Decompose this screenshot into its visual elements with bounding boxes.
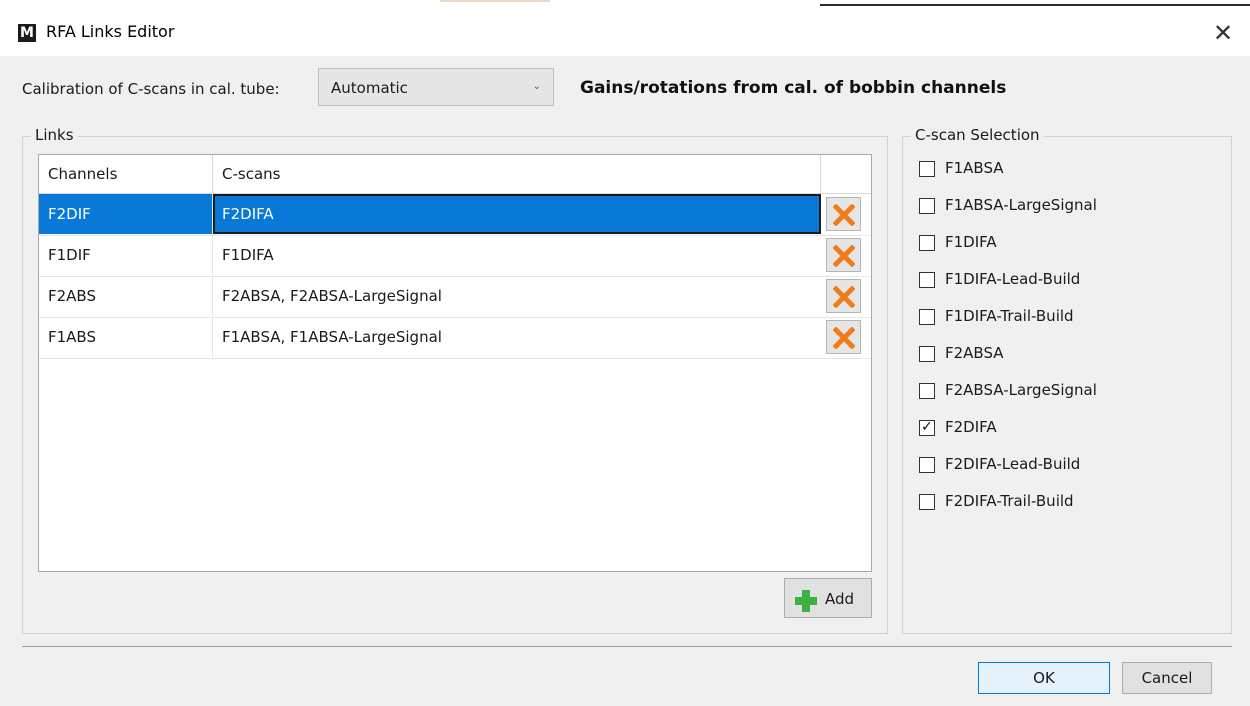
cscans-cell: F2DIFA	[213, 194, 821, 234]
calibration-selected-value: Automatic	[331, 79, 408, 97]
delete-link-button[interactable]	[826, 238, 861, 272]
column-header-actions	[821, 155, 871, 193]
table-row[interactable]: F1DIF F1DIFA	[39, 235, 871, 277]
app-icon: M	[18, 24, 36, 42]
add-button-label: Add	[825, 590, 855, 608]
checkbox-label: F2ABSA	[945, 344, 1004, 362]
delete-x-icon	[833, 286, 855, 308]
cscan-selection-group: C-scan Selection F1ABSA F1ABSA-LargeSigna…	[902, 126, 1232, 634]
channel-cell: F2ABS	[39, 276, 213, 316]
checkbox-label: F1ABSA	[945, 159, 1004, 177]
delete-link-button[interactable]	[826, 320, 861, 354]
ok-button[interactable]: OK	[978, 662, 1110, 694]
window-top-edge	[0, 0, 1250, 8]
footer-divider	[22, 646, 1232, 647]
delete-link-button[interactable]	[826, 197, 861, 231]
window-title: RFA Links Editor	[46, 22, 175, 41]
checkbox-label: F2DIFA	[945, 418, 997, 436]
checkbox[interactable]	[919, 272, 935, 288]
links-table-header: Channels C-scans	[39, 155, 871, 194]
background-strip	[440, 0, 550, 2]
cscans-cell: F2ABSA, F2ABSA-LargeSignal	[222, 287, 442, 305]
column-header-channels[interactable]: Channels	[39, 155, 213, 193]
links-table: Channels C-scans F2DIF F2DIFA F1DIF F1DIFA F…	[38, 154, 872, 572]
checkbox[interactable]	[919, 161, 935, 177]
checkbox[interactable]	[919, 346, 935, 362]
plus-icon	[795, 590, 817, 612]
checkbox-label: F2ABSA-LargeSignal	[945, 381, 1097, 399]
channel-cell: F1ABS	[39, 317, 213, 357]
background-strip	[820, 4, 1250, 6]
delete-x-icon	[833, 327, 855, 349]
title-bar[interactable]: M RFA Links Editor ✕	[0, 8, 1250, 56]
table-row[interactable]: F2DIF F2DIFA	[39, 194, 871, 236]
cancel-button[interactable]: Cancel	[1122, 662, 1212, 694]
checkbox[interactable]	[919, 198, 935, 214]
gains-note: Gains/rotations from cal. of bobbin chan…	[580, 78, 1007, 98]
checkmark-icon: ✓	[921, 419, 933, 435]
checkbox[interactable]	[919, 235, 935, 251]
cscans-cell: F1DIFA	[222, 246, 274, 264]
links-group-title: Links	[31, 126, 78, 144]
checkbox-label: F2DIFA-Trail-Build	[945, 492, 1074, 510]
checkbox[interactable]	[919, 494, 935, 510]
checkbox[interactable]	[919, 457, 935, 473]
delete-link-button[interactable]	[826, 279, 861, 313]
channel-cell: F1DIF	[39, 235, 213, 275]
add-link-button[interactable]: Add	[784, 578, 872, 618]
checkbox-label: F2DIFA-Lead-Build	[945, 455, 1081, 473]
channel-cell: F2DIF	[39, 194, 213, 234]
checkbox-label: F1ABSA-LargeSignal	[945, 196, 1097, 214]
cscan-selection-title: C-scan Selection	[911, 126, 1044, 144]
checkbox-label: F1DIFA	[945, 233, 997, 251]
checkbox-label: F1DIFA-Trail-Build	[945, 307, 1074, 325]
calibration-select[interactable]: Automatic ⌄	[318, 68, 554, 106]
calibration-label: Calibration of C-scans in cal. tube:	[22, 80, 280, 98]
checkbox[interactable]	[919, 383, 935, 399]
checkbox-label: F1DIFA-Lead-Build	[945, 270, 1081, 288]
close-icon[interactable]: ✕	[1206, 16, 1240, 50]
checkbox[interactable]: ✓	[919, 419, 935, 436]
table-row[interactable]: F1ABS F1ABSA, F1ABSA-LargeSignal	[39, 317, 871, 359]
cscans-cell: F1ABSA, F1ABSA-LargeSignal	[222, 328, 442, 346]
table-row[interactable]: F2ABS F2ABSA, F2ABSA-LargeSignal	[39, 276, 871, 318]
links-group: Links Channels C-scans F2DIF F2DIFA F1DIF F…	[22, 126, 888, 634]
column-header-cscans[interactable]: C-scans	[213, 155, 821, 193]
chevron-down-icon: ⌄	[532, 81, 541, 92]
checkbox[interactable]	[919, 309, 935, 325]
delete-x-icon	[833, 204, 855, 226]
delete-x-icon	[833, 245, 855, 267]
